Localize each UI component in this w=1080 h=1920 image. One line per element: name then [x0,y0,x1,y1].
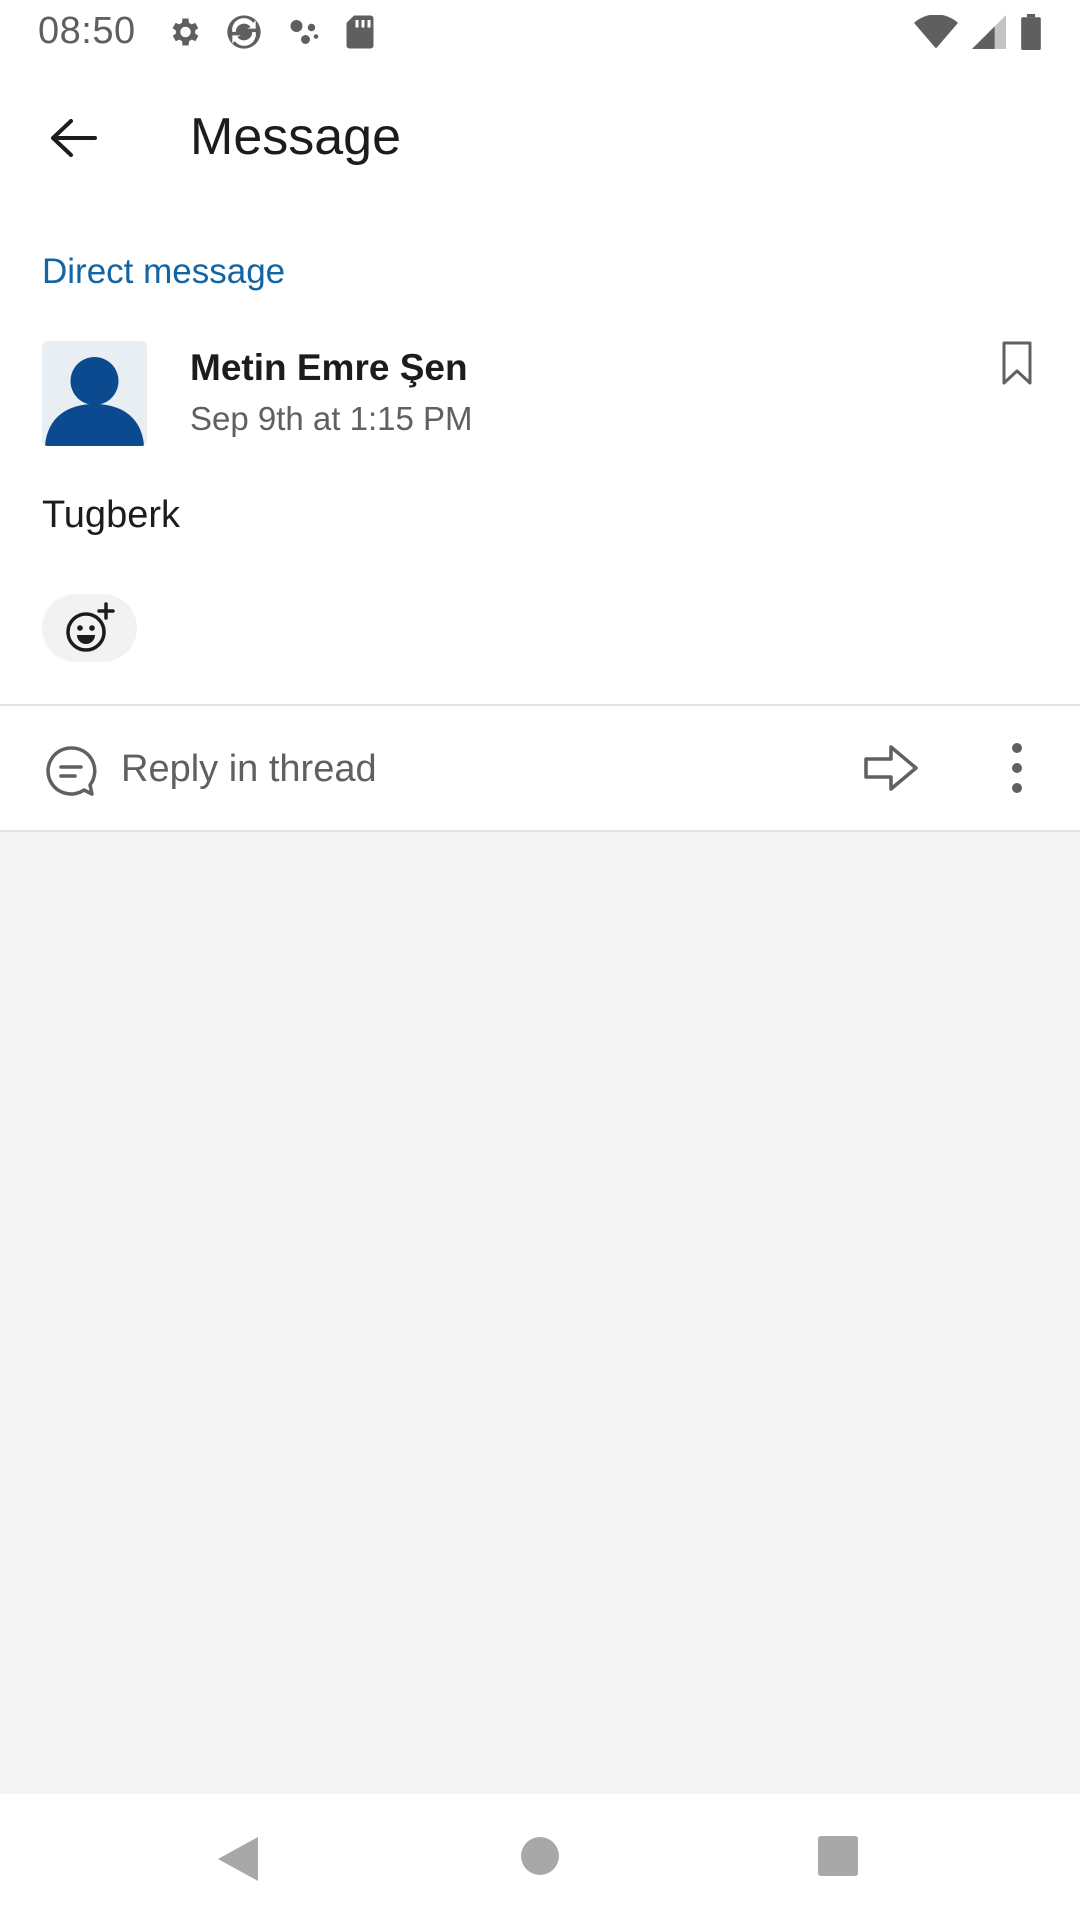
status-system-icons [914,13,1042,50]
status-bar: 08:50 [0,0,1080,63]
add-reaction-button[interactable] [42,594,137,662]
message-body: Tugberk [42,494,180,536]
nav-home-button[interactable] [520,1836,560,1881]
wifi-icon [914,14,958,49]
share-message-button[interactable] [862,742,920,794]
empty-content-area [0,832,1080,1794]
app-bar: Message [0,63,1080,213]
triangle-back-icon [218,1837,258,1881]
sender-name[interactable]: Metin Emre Şen [190,347,468,389]
direct-message-link[interactable]: Direct message [42,252,285,292]
sync-icon [224,12,264,52]
sd-card-icon [344,14,376,50]
nav-back-button[interactable] [214,1834,260,1889]
message-actions-bar: Reply in thread [0,706,1080,830]
gear-icon [166,14,202,50]
message-timestamp: Sep 9th at 1:15 PM [190,400,473,437]
square-recents-icon [818,1836,858,1876]
back-button[interactable] [42,107,104,169]
nav-recents-button[interactable] [818,1836,858,1881]
forward-arrow-icon [864,745,918,791]
page-title: Message [190,108,401,166]
battery-icon [1020,13,1042,50]
more-options-button[interactable] [997,738,1037,798]
more-vertical-icon [1012,743,1022,793]
reply-in-thread-button[interactable]: Reply in thread [121,748,377,791]
bookmark-icon [1002,341,1032,385]
add-emoji-icon [65,602,115,652]
system-navigation-bar [0,1794,1080,1920]
status-notification-icons [166,12,376,52]
assistant-dots-icon [286,14,322,50]
arrow-left-icon [51,119,97,157]
cell-signal-icon [972,14,1006,49]
save-message-button[interactable] [996,337,1038,389]
avatar[interactable] [42,341,147,446]
user-silhouette-icon [45,357,144,446]
status-time: 08:50 [38,10,136,52]
reply-thread-icon[interactable] [44,744,98,798]
circle-home-icon [521,1837,559,1875]
